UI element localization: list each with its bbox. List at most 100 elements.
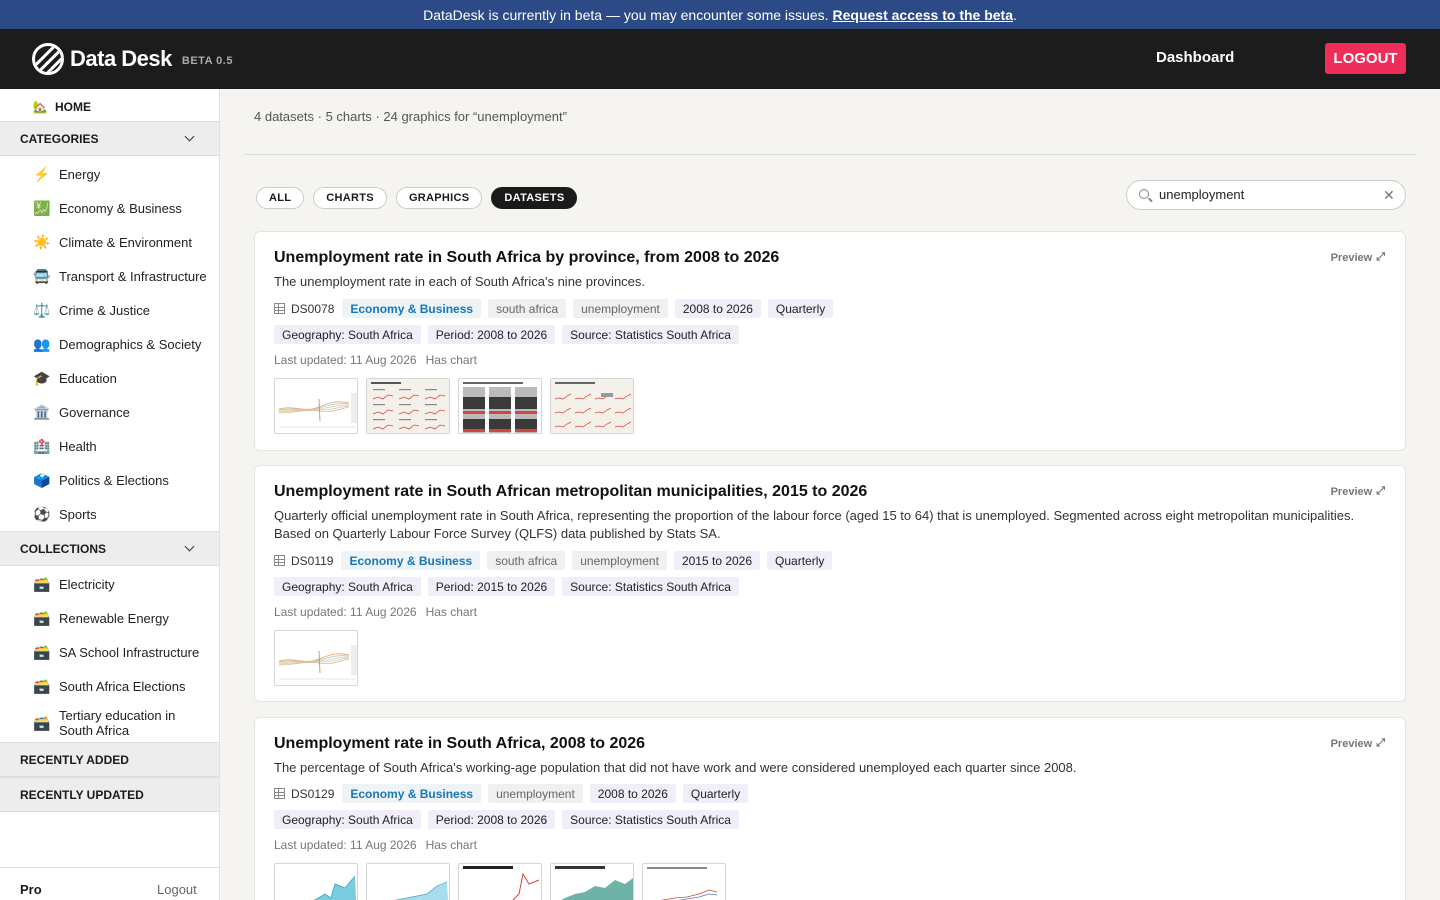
logo-text: Data Desk	[70, 46, 172, 71]
search-input[interactable]	[1159, 187, 1379, 202]
frequency-tag: Quarterly	[682, 784, 749, 803]
chart-thumbnail[interactable]	[458, 378, 542, 434]
keyword-tag[interactable]: south africa	[487, 551, 566, 570]
preview-button[interactable]: Preview ⤢	[1331, 251, 1385, 264]
dataset-properties: Geography: South Africa Period: 2008 to 2…	[274, 325, 746, 344]
sidebar-item-label: Governance	[59, 404, 130, 420]
collection-item[interactable]: 🗃️ Renewable Energy	[33, 609, 213, 627]
recently-updated-section[interactable]: RECENTLY UPDATED	[0, 777, 219, 812]
preview-label: Preview	[1330, 251, 1373, 264]
bus-icon: 🚍	[33, 268, 51, 284]
keyword-tag[interactable]: unemployment	[573, 299, 668, 318]
dataset-meta: Last updated: 11 Aug 2026 Has chart	[274, 353, 486, 367]
preview-label: Preview	[1330, 485, 1373, 498]
dataset-tags: DS0078 Economy & Business south africa unem…	[274, 299, 840, 318]
dataset-title[interactable]: Unemployment rate in South Africa by pro…	[274, 249, 779, 267]
dataset-properties: Geography: South Africa Period: 2008 to 2…	[274, 810, 746, 829]
category-tag[interactable]: Economy & Business	[341, 551, 481, 570]
chart-thumbnail[interactable]	[366, 863, 450, 900]
logout-button[interactable]: LOGOUT	[1325, 43, 1406, 74]
expand-icon: ⤢	[1376, 485, 1385, 497]
sidebar-item-education[interactable]: 🎓 Education	[33, 369, 213, 387]
dataset-meta: Last updated: 11 Aug 2026 Has chart	[274, 605, 486, 619]
chart-thumbnail[interactable]	[274, 378, 358, 434]
dataset-id: DS0078	[274, 302, 334, 316]
dataset-title[interactable]: Unemployment rate in South Africa, 2008 …	[274, 735, 645, 753]
sidebar-home-label: HOME	[55, 100, 91, 114]
dataset-card[interactable]: Unemployment rate in South African metro…	[254, 465, 1406, 702]
collection-item-label: SA School Infrastructure	[59, 644, 200, 660]
sidebar-item-label: Transport & Infrastructure	[59, 268, 207, 284]
sidebar-item-sports[interactable]: ⚽ Sports	[33, 505, 213, 523]
plan-label: Pro	[20, 882, 42, 897]
sidebar-item-health[interactable]: 🏥 Health	[33, 437, 213, 455]
logo-mark-icon	[32, 43, 64, 75]
sidebar-item-economy-business[interactable]: 💹 Economy & Business	[33, 199, 213, 217]
dataset-tags: DS0119 Economy & Business south africa unem…	[274, 551, 839, 570]
preview-button[interactable]: Preview ⤢	[1331, 737, 1385, 750]
period-tag: 2015 to 2026	[673, 551, 761, 570]
collection-item[interactable]: 🗃️ South Africa Elections	[33, 677, 213, 695]
collection-item[interactable]: 🗃️ Tertiary education in South Africa	[33, 708, 213, 738]
keyword-tag[interactable]: unemployment	[572, 551, 667, 570]
collection-item[interactable]: 🗃️ Electricity	[33, 575, 213, 593]
sidebar-item-demographics-society[interactable]: 👥 Demographics & Society	[33, 335, 213, 353]
categories-title: CATEGORIES	[20, 131, 99, 146]
government-building-icon: 🏛️	[33, 404, 51, 420]
chevron-down-icon	[184, 541, 195, 552]
frequency-tag: Quarterly	[767, 551, 833, 570]
filter-all[interactable]: ALL	[256, 187, 305, 209]
category-tag[interactable]: Economy & Business	[342, 784, 482, 803]
dataset-id-text: DS0129	[291, 786, 335, 801]
chart-thumbnail[interactable]	[274, 630, 358, 686]
logo[interactable]: Data Desk BETA 0.5	[32, 43, 233, 75]
sidebar-item-transport-infrastructure[interactable]: 🚍 Transport & Infrastructure	[33, 267, 213, 285]
sidebar-item-politics-elections[interactable]: 🗳️ Politics & Elections	[33, 471, 213, 489]
beta-banner-trail: .	[1013, 6, 1017, 23]
clear-search-icon[interactable]: ✕	[1383, 187, 1395, 204]
chart-thumbnail[interactable]	[458, 863, 542, 900]
chart-thumbnail[interactable]	[274, 863, 358, 900]
preview-button[interactable]: Preview ⤢	[1331, 485, 1385, 498]
recently-added-section[interactable]: RECENTLY ADDED	[0, 742, 219, 777]
has-chart-label: Has chart	[425, 838, 477, 852]
collection-item[interactable]: 🗃️ SA School Infrastructure	[33, 643, 213, 661]
sidebar-home[interactable]: 🏡 HOME	[32, 100, 91, 114]
period-property-tag: Period: 2008 to 2026	[427, 810, 556, 829]
chart-thumbnail[interactable]	[550, 863, 634, 900]
chart-thumbnail[interactable]	[366, 378, 450, 434]
box-icon: 🗃️	[33, 678, 51, 694]
thumbnail-strip	[274, 863, 734, 900]
filter-pills: ALL CHARTS GRAPHICS DATASETS	[256, 187, 586, 209]
dataset-description: The percentage of South Africa's working…	[274, 760, 1077, 775]
dataset-title[interactable]: Unemployment rate in South African metro…	[274, 483, 867, 501]
dataset-id-text: DS0119	[291, 553, 334, 568]
sidebar-item-governance[interactable]: 🏛️ Governance	[33, 403, 213, 421]
thumbnail-strip	[274, 630, 366, 686]
keyword-tag[interactable]: unemployment	[488, 784, 583, 803]
sidebar-logout-link[interactable]: Logout	[157, 882, 197, 897]
collection-item-label: Electricity	[59, 576, 115, 592]
request-access-link[interactable]: Request access to the beta	[833, 7, 1014, 23]
filter-datasets[interactable]: DATASETS	[491, 187, 578, 209]
dashboard-link[interactable]: Dashboard	[1156, 49, 1234, 66]
keyword-tag[interactable]: south africa	[488, 299, 567, 318]
dataset-id: DS0129	[274, 787, 334, 801]
sidebar-item-climate-environment[interactable]: ☀️ Climate & Environment	[33, 233, 213, 251]
filter-graphics[interactable]: GRAPHICS	[395, 187, 483, 209]
collections-header[interactable]: COLLECTIONS	[0, 531, 219, 566]
chart-thumbnail[interactable]	[642, 863, 726, 900]
category-tag[interactable]: Economy & Business	[342, 299, 482, 318]
filter-charts[interactable]: CHARTS	[313, 187, 387, 209]
chart-thumbnail[interactable]	[550, 378, 634, 434]
dataset-card[interactable]: Unemployment rate in South Africa, 2008 …	[254, 717, 1406, 900]
sidebar-item-energy[interactable]: ⚡ Energy	[33, 165, 213, 183]
home-icon: 🏡	[32, 100, 48, 114]
source-tag: Source: Statistics South Africa	[562, 577, 739, 596]
top-navigation: Data Desk BETA 0.5 Dashboard LOGOUT	[0, 29, 1440, 89]
categories-header[interactable]: CATEGORIES	[0, 121, 219, 156]
dataset-card[interactable]: Unemployment rate in South Africa by pro…	[254, 231, 1406, 451]
source-tag: Source: Statistics South Africa	[562, 325, 739, 344]
box-icon: 🗃️	[33, 576, 51, 592]
sidebar-item-crime-justice[interactable]: ⚖️ Crime & Justice	[33, 301, 213, 319]
